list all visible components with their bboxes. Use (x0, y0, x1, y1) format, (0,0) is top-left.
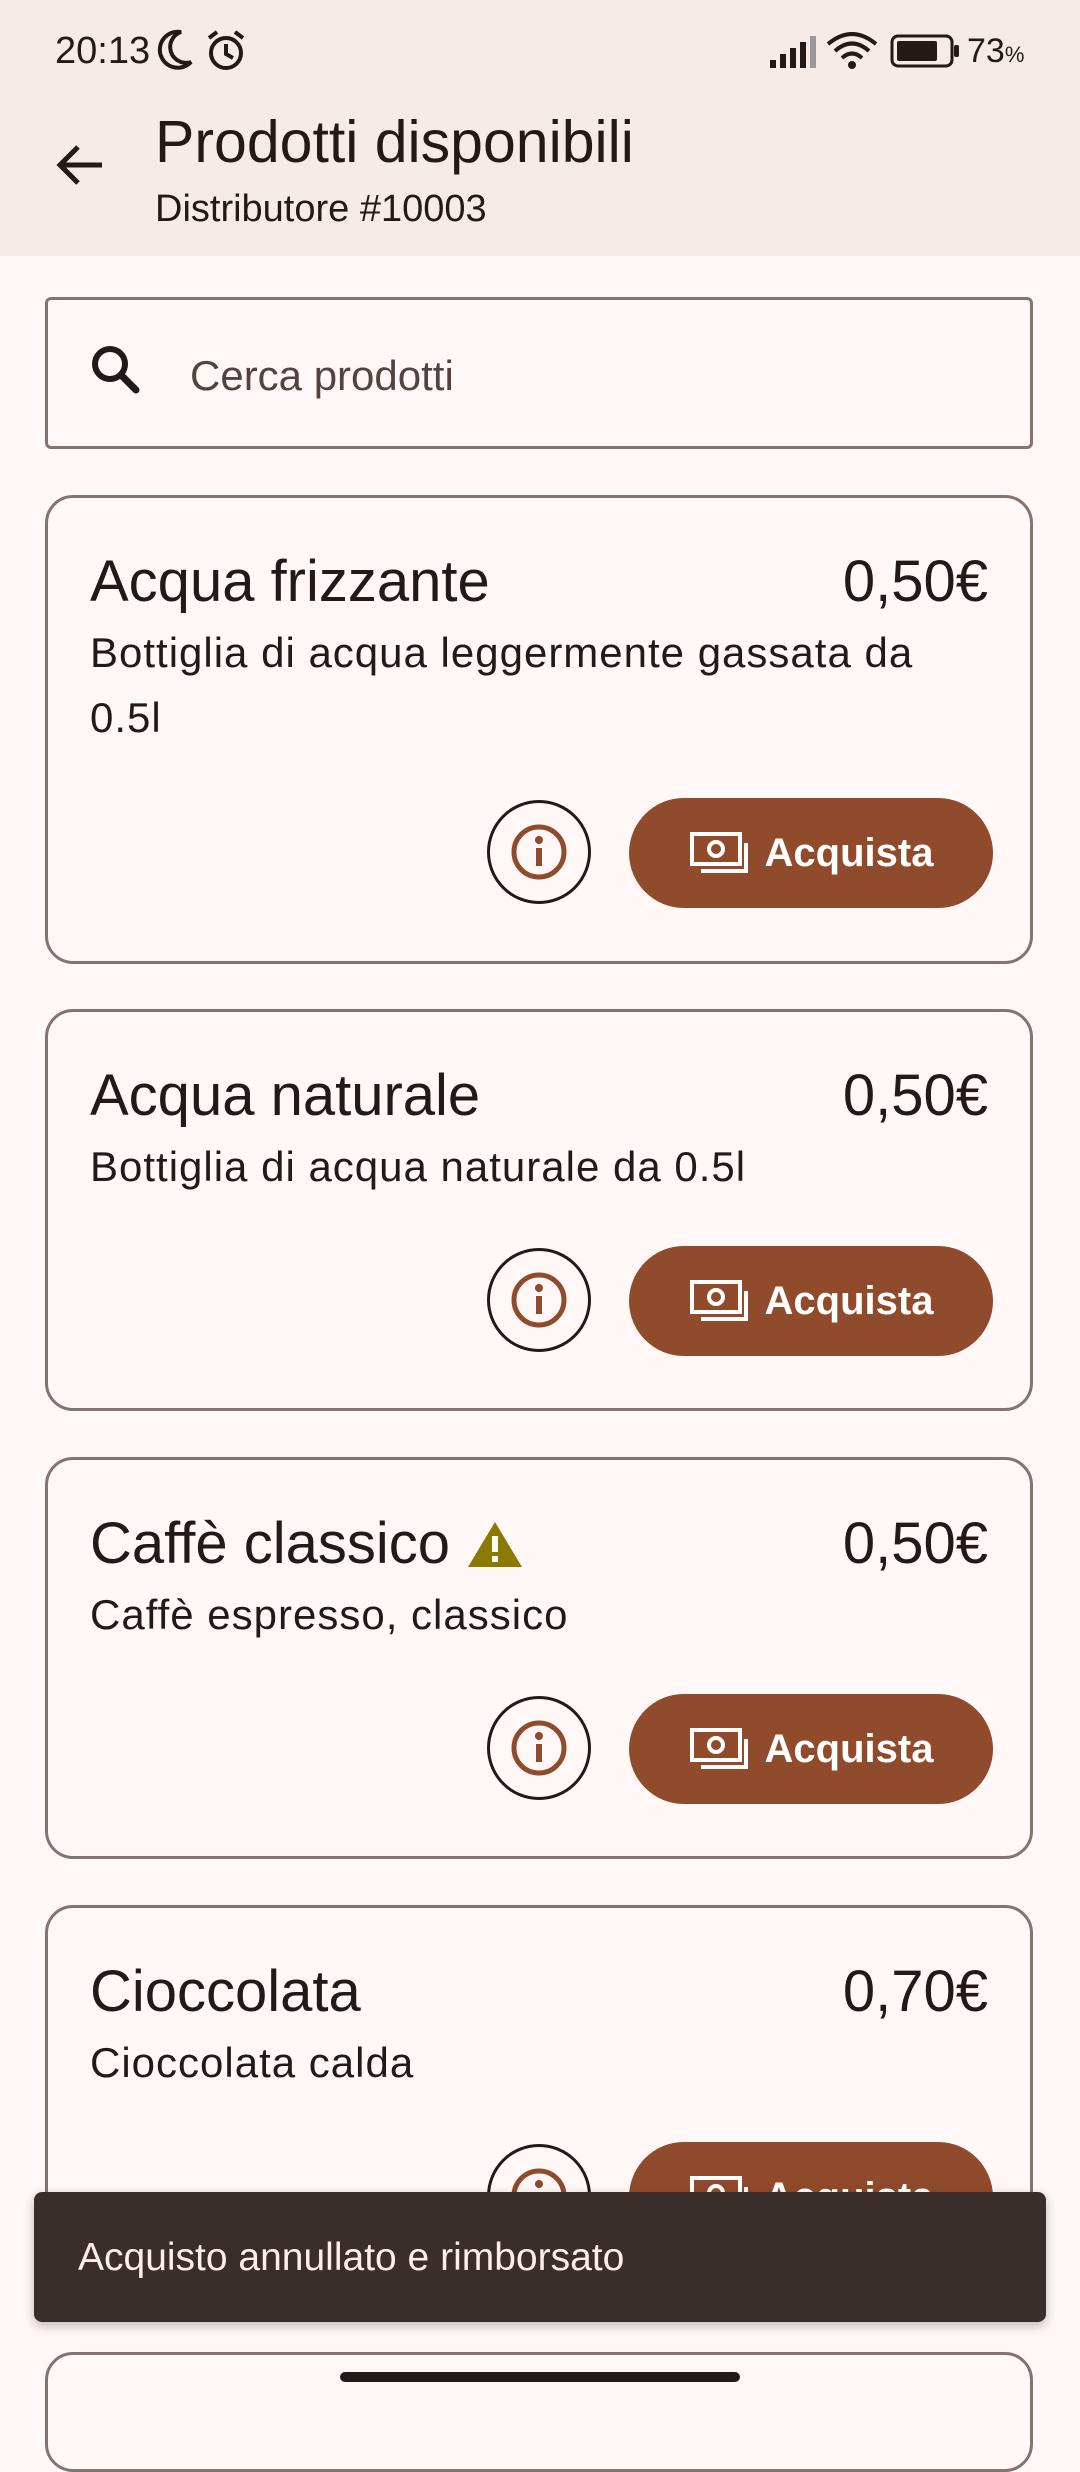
product-card: Acqua naturale 0,50€ Bottiglia di acqua … (45, 1009, 1033, 1411)
info-icon (511, 824, 567, 880)
product-name: Acqua naturale (90, 1063, 481, 1128)
product-description: Caffè espresso, classico (90, 1591, 569, 1638)
product-name-row: Caffè classico (90, 1510, 524, 1577)
moon-icon (155, 28, 195, 77)
product-card (45, 2352, 1033, 2472)
info-button[interactable] (487, 800, 591, 904)
warning-icon[interactable] (466, 1519, 524, 1569)
page-title: Prodotti disponibili (155, 109, 634, 175)
product-price: 0,50€ (842, 1063, 988, 1128)
product-description: Cioccolata calda (90, 2039, 415, 2086)
product-price: 0,70€ (842, 1959, 988, 2024)
signal-icon (768, 34, 818, 75)
snackbar-message: Acquisto annullato e rimborsato (78, 2236, 625, 2279)
wifi-icon (826, 32, 878, 77)
payments-icon (689, 1280, 748, 1321)
payments-icon (689, 1728, 748, 1769)
product-name: Acqua frizzante (90, 549, 490, 614)
alarm-icon (205, 28, 247, 77)
product-name: Cioccolata (90, 1959, 361, 2024)
product-price: 0,50€ (842, 1511, 988, 1576)
product-card: Acqua frizzante 0,50€ Bottiglia di acqua… (45, 495, 1033, 964)
info-button[interactable] (487, 1696, 591, 1800)
snackbar: Acquisto annullato e rimborsato (34, 2192, 1046, 2322)
product-name: Caffè classico (90, 1511, 450, 1576)
info-button[interactable] (487, 1248, 591, 1352)
buy-label: Acquista (764, 1726, 934, 1771)
payments-icon (689, 832, 748, 873)
home-indicator[interactable] (340, 2372, 740, 2382)
top-app-bar: 20:13 73% Prodotti disponibili Distribut… (0, 0, 1080, 256)
back-button[interactable] (40, 125, 120, 205)
product-description: Bottiglia di acqua naturale da 0.5l (90, 1143, 747, 1190)
status-time: 20:13 (55, 30, 151, 72)
search-field[interactable] (45, 297, 1033, 449)
arrow-back-icon (56, 145, 102, 185)
page-subtitle: Distributore #10003 (155, 188, 487, 230)
info-icon (511, 1720, 567, 1776)
buy-label: Acquista (764, 830, 934, 875)
search-input[interactable] (190, 346, 990, 406)
battery-icon (890, 34, 962, 73)
buy-button[interactable]: Acquista (629, 1694, 993, 1804)
product-card: Caffè classico 0,50€ Caffè espresso, cla… (45, 1457, 1033, 1859)
product-price: 0,50€ (842, 549, 988, 614)
product-description: Bottiglia di acqua leggermente gassata d… (90, 629, 914, 741)
info-icon (511, 1272, 567, 1328)
buy-button[interactable]: Acquista (629, 798, 993, 908)
search-icon (88, 342, 144, 403)
buy-label: Acquista (764, 1278, 934, 1323)
buy-button[interactable]: Acquista (629, 1246, 993, 1356)
battery-percent: 73% (967, 32, 1025, 70)
